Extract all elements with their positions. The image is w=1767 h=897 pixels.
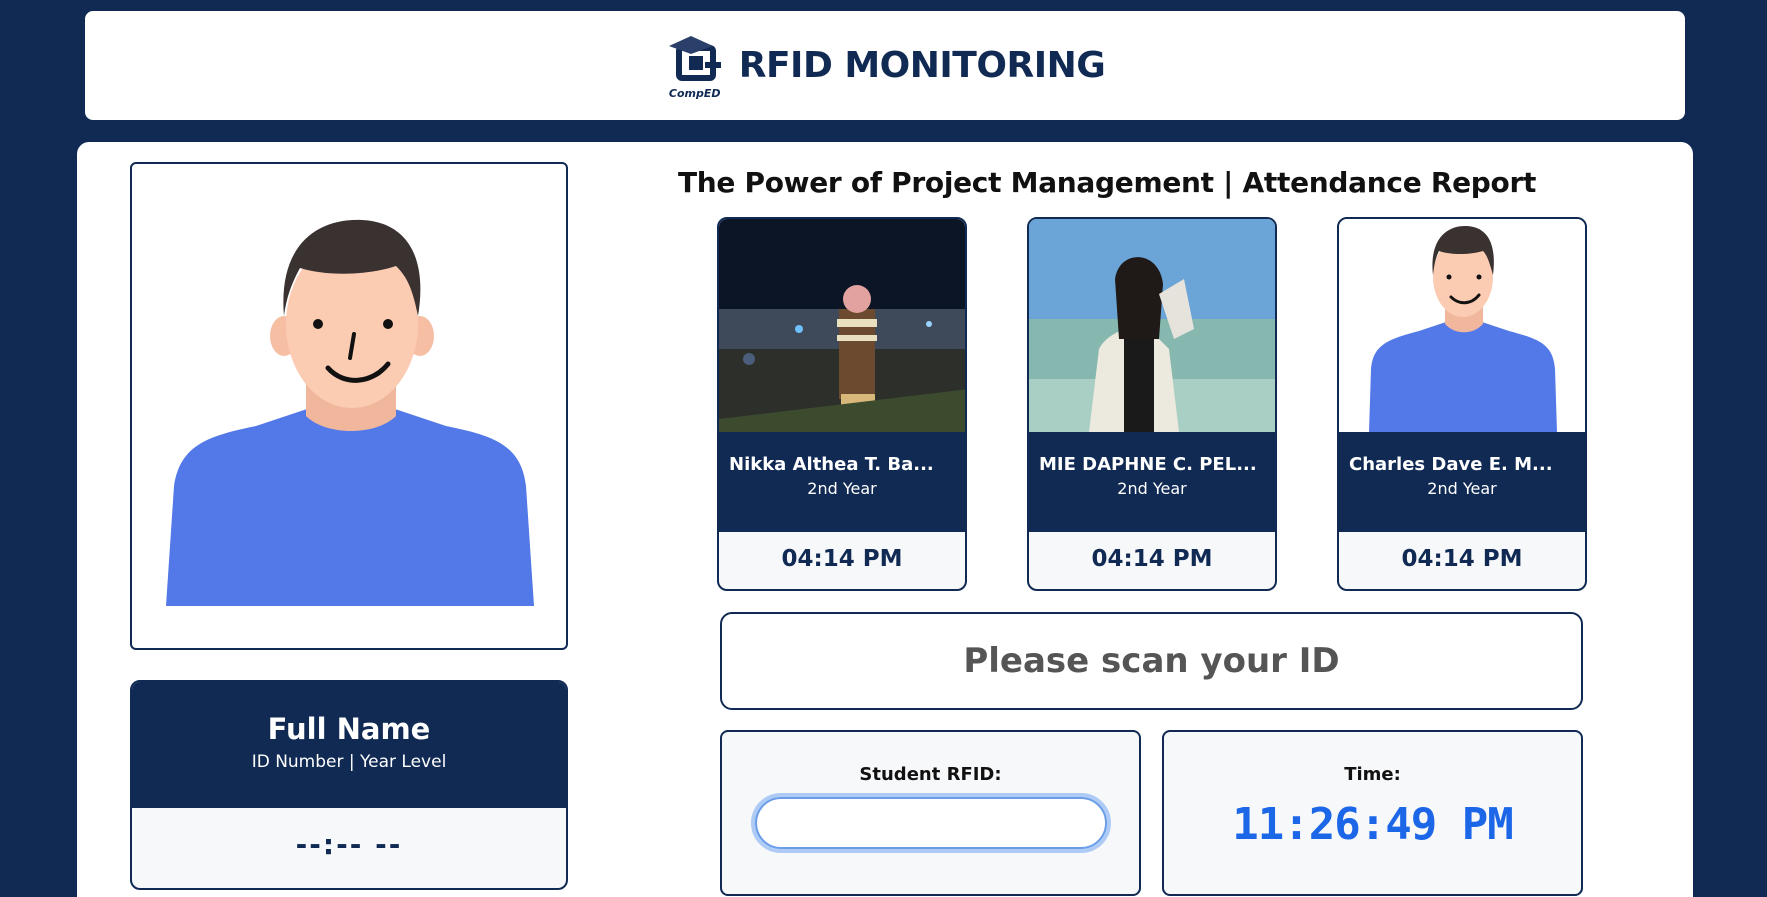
clock-label: Time: (1344, 764, 1401, 785)
attendee-time: 04:14 PM (781, 546, 903, 572)
app-title: RFID MONITORING (738, 45, 1106, 86)
logo-text: CompED (668, 86, 721, 100)
student-id-year: ID Number | Year Level (251, 752, 447, 772)
attendee-card: Nikka Althea T. Ba... 2nd Year 04:14 PM (717, 217, 967, 591)
attendee-card: MIE DAPHNE C. PEL... 2nd Year 04:14 PM (1027, 217, 1277, 591)
attendee-name: MIE DAPHNE C. PEL... (1039, 454, 1257, 475)
attendee-year: 2nd Year (807, 479, 877, 498)
night-beach-photo (719, 219, 965, 432)
attendee-name: Charles Dave E. M... (1349, 454, 1553, 475)
default-avatar (1339, 219, 1585, 432)
rfid-panel: Student RFID: (720, 730, 1141, 896)
current-student-info: Full Name ID Number | Year Level --:-- -… (130, 680, 568, 890)
rfid-input[interactable] (750, 793, 1111, 853)
current-student-photo (130, 162, 568, 650)
attendee-name: Nikka Althea T. Ba... (729, 454, 934, 475)
scan-prompt: Please scan your ID (963, 641, 1340, 681)
rfid-label: Student RFID: (859, 764, 1002, 785)
scan-prompt-box: Please scan your ID (720, 612, 1583, 710)
attendee-time: 04:14 PM (1401, 546, 1523, 572)
student-full-name: Full Name (267, 712, 431, 746)
beach-photo (1029, 219, 1275, 432)
main-panel: Full Name ID Number | Year Level --:-- -… (77, 142, 1693, 897)
report-title: The Power of Project Management | Attend… (677, 166, 1537, 199)
attendee-card: Charles Dave E. M... 2nd Year 04:14 PM (1337, 217, 1587, 591)
app-header: CompED RFID MONITORING (85, 11, 1685, 120)
attendee-year: 2nd Year (1117, 479, 1187, 498)
clock-panel: Time: 11:26:49 PM (1162, 730, 1583, 896)
attendee-year: 2nd Year (1427, 479, 1497, 498)
comped-logo: CompED (665, 34, 725, 100)
clock-value: 11:26:49 PM (1232, 799, 1513, 850)
default-avatar-icon (1369, 225, 1557, 432)
attendee-time: 04:14 PM (1091, 546, 1213, 572)
default-avatar-icon (166, 219, 534, 606)
student-scan-time: --:-- -- (295, 828, 403, 861)
